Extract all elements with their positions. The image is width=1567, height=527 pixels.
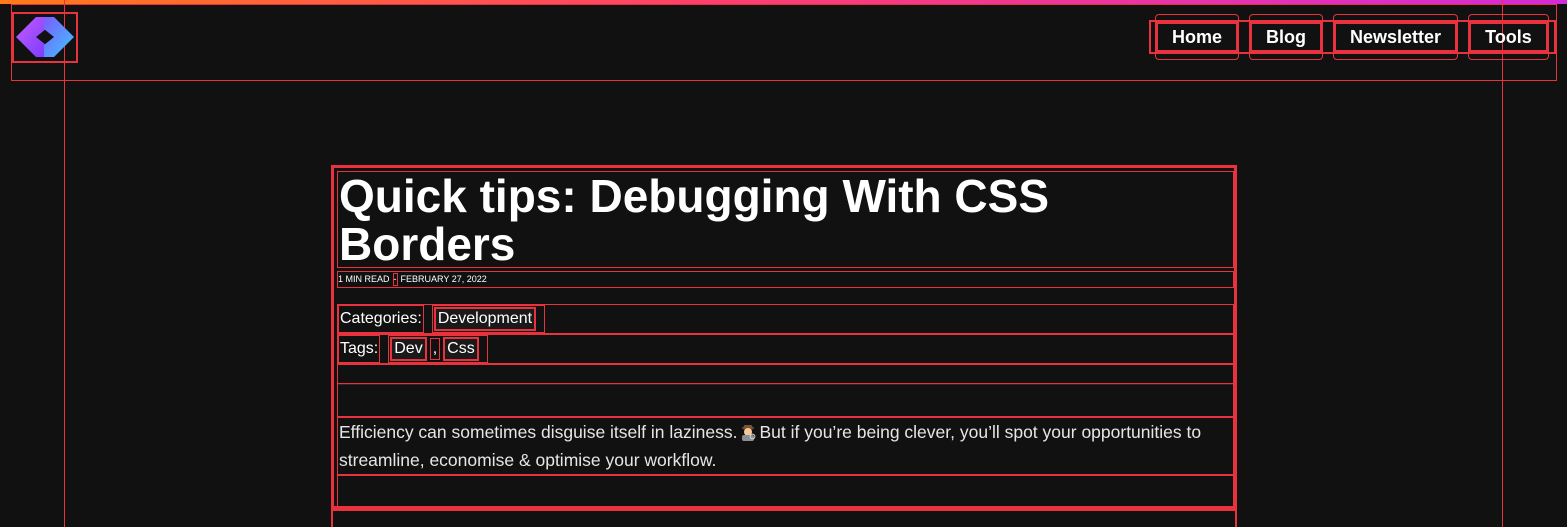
tag-css-link[interactable]: Css [443,337,479,361]
article-title: Quick tips: Debugging With CSS Borders [337,171,1234,268]
logo-icon [16,17,74,57]
categories-label: Categories: [338,305,424,333]
nav-home-link[interactable]: Home [1155,14,1239,60]
next-section [331,509,1237,527]
detective-emoji-icon [742,425,756,441]
spacer-block-3 [337,475,1234,508]
category-development-link[interactable]: Development [433,307,537,331]
nav-blog-label: Blog [1250,22,1322,52]
read-time: 1 MIN READ [338,274,390,284]
tag-separator: , [429,338,441,360]
tags-row: Tags: Dev , Css [337,334,1234,364]
nav-tools-label: Tools [1469,22,1548,52]
article: Quick tips: Debugging With CSS Borders 1… [331,165,1237,509]
tag-dev-link[interactable]: Dev [390,337,427,361]
article-intro-paragraph: Efficiency can sometimes disguise itself… [337,417,1234,475]
categories-row: Categories: Development [337,304,1234,334]
tags-list: Dev , Css [388,335,488,363]
nav-home-label: Home [1156,22,1239,52]
meta-separator: - [392,273,398,286]
tags-label: Tags: [338,335,381,363]
nav-newsletter-link[interactable]: Newsletter [1333,14,1458,60]
spacer-block [337,364,1234,384]
publish-date: FEBRUARY 27, 2022 [400,274,487,284]
spacer-block-2 [337,384,1234,417]
intro-text-part-1: Efficiency can sometimes disguise itself… [339,422,738,442]
nav-tools-link[interactable]: Tools [1468,14,1549,60]
categories-list: Development [431,305,546,333]
site-logo[interactable] [12,12,78,63]
nav-newsletter-label: Newsletter [1333,22,1458,52]
article-meta: 1 MIN READ - FEBRUARY 27, 2022 [337,271,1234,288]
nav-blog-link[interactable]: Blog [1249,14,1323,60]
